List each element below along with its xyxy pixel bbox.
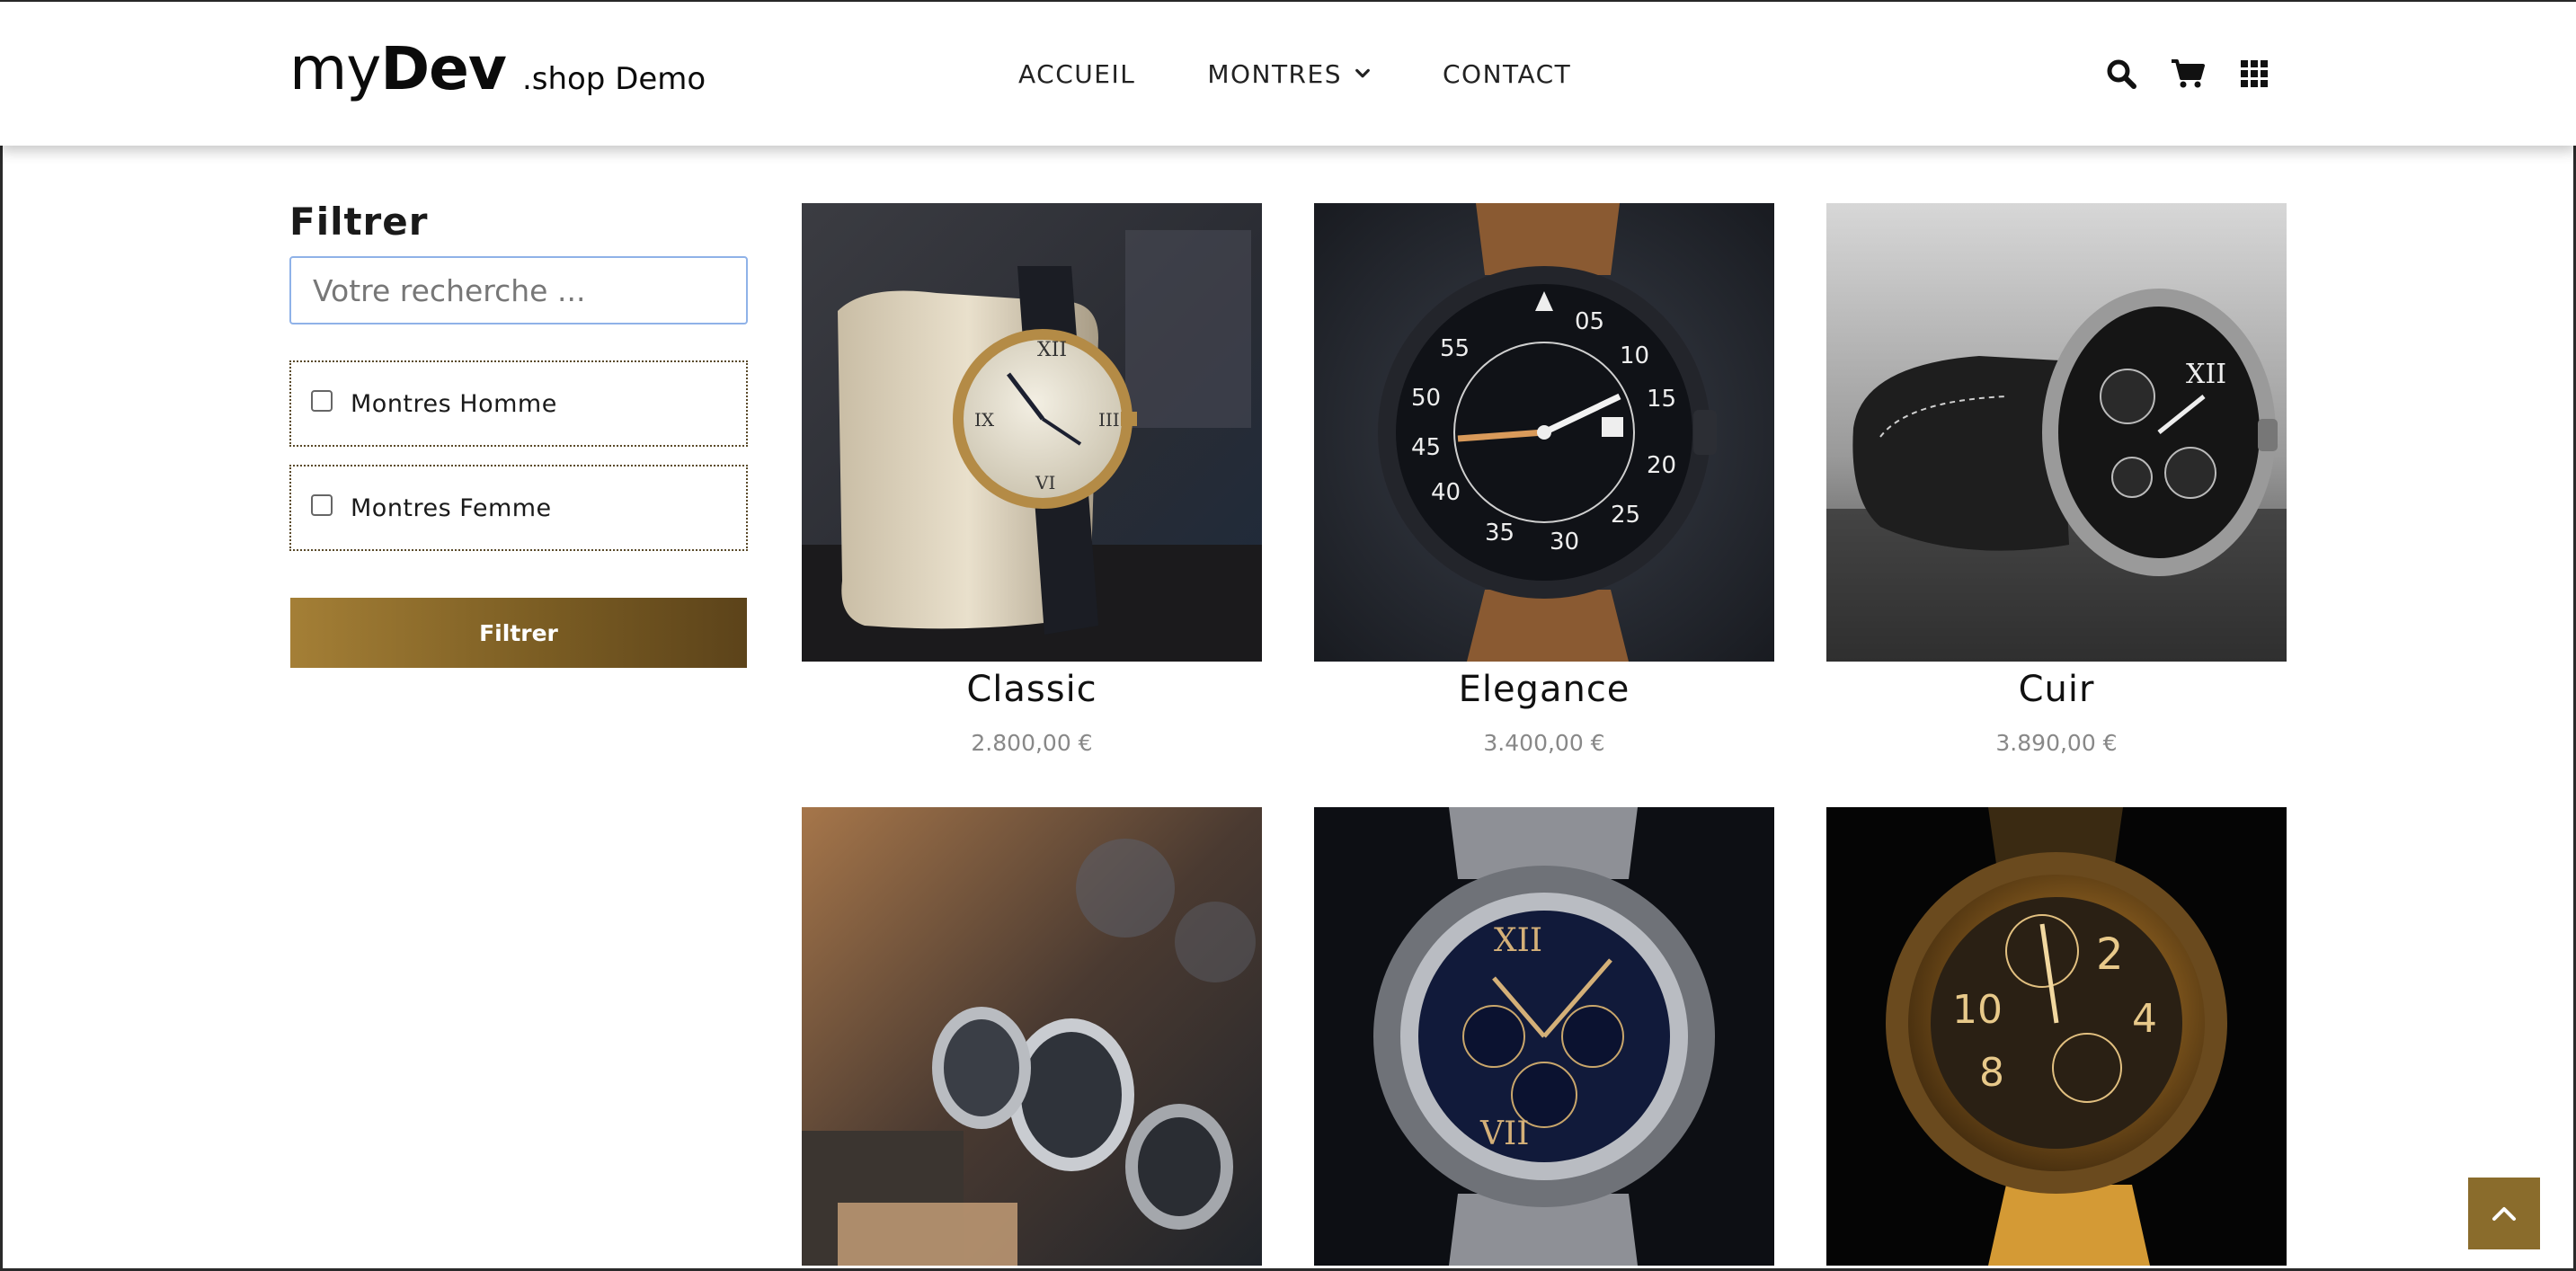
grid-menu-button[interactable] <box>2236 56 2272 92</box>
logo-suffix: .shop Demo <box>521 61 706 97</box>
product-card[interactable]: 2 10 8 4 <box>1826 807 2287 1271</box>
product-card[interactable]: 05 10 15 20 25 30 35 40 45 50 55 Eleganc… <box>1314 203 1774 756</box>
search-input[interactable] <box>289 256 748 324</box>
filter-button[interactable]: Filtrer <box>290 598 747 668</box>
nav-item-contact[interactable]: CONTACT <box>1443 59 1571 89</box>
search-button[interactable] <box>2103 56 2139 92</box>
svg-text:XII: XII <box>2186 359 2226 390</box>
filter-title: Filtrer <box>289 200 429 244</box>
product-name[interactable]: Classic <box>802 669 1262 710</box>
checkbox[interactable] <box>311 494 333 516</box>
svg-text:30: 30 <box>1550 529 1579 556</box>
product-image[interactable]: 2 10 8 4 <box>1826 807 2287 1266</box>
product-image[interactable]: XII III IX VI <box>802 203 1262 662</box>
svg-text:05: 05 <box>1575 308 1604 335</box>
svg-text:25: 25 <box>1611 502 1640 529</box>
nav-label: CONTACT <box>1442 58 1572 89</box>
svg-text:IX: IX <box>974 409 995 431</box>
filter-sidebar: Filtrer Montres Homme Montres Femme Filt… <box>289 200 750 668</box>
scroll-to-top-button[interactable] <box>2468 1178 2540 1249</box>
product-image[interactable]: XII <box>1826 203 2287 662</box>
product-card[interactable]: XII Cuir 3.890,00 € <box>1826 203 2287 756</box>
svg-text:35: 35 <box>1485 520 1515 547</box>
main-nav: ACCUEIL MONTRES CONTACT <box>1018 2 1571 146</box>
svg-text:50: 50 <box>1411 385 1441 412</box>
nav-label: MONTRES <box>1207 58 1342 89</box>
checkbox-montres-homme[interactable]: Montres Homme <box>289 360 748 447</box>
svg-text:2: 2 <box>2096 929 2124 980</box>
chevron-down-icon <box>1355 68 1370 78</box>
svg-text:20: 20 <box>1647 452 1676 479</box>
cart-icon <box>2172 59 2205 88</box>
svg-text:55: 55 <box>1440 335 1470 362</box>
arrow-up-icon <box>2492 1207 2516 1221</box>
svg-text:10: 10 <box>1620 342 1649 369</box>
header-icons <box>2103 2 2272 146</box>
svg-text:40: 40 <box>1431 479 1461 506</box>
logo-my: my <box>289 34 381 103</box>
product-card[interactable]: XII III IX VI Classic 2.800,00 € <box>802 203 1262 756</box>
svg-text:8: 8 <box>1979 1050 2004 1096</box>
product-name[interactable]: Elegance <box>1314 669 1774 710</box>
nav-item-montres[interactable]: MONTRES <box>1207 59 1371 89</box>
svg-text:III: III <box>1098 409 1120 431</box>
nav-item-accueil[interactable]: ACCUEIL <box>1018 59 1135 89</box>
product-card[interactable] <box>802 807 1262 1271</box>
svg-text:VII: VII <box>1479 1115 1529 1152</box>
product-image[interactable]: XII VII <box>1314 807 1774 1266</box>
svg-text:VI: VI <box>1035 472 1055 493</box>
product-price: 3.400,00 € <box>1483 730 1605 756</box>
svg-text:15: 15 <box>1647 386 1676 413</box>
svg-text:XII: XII <box>1037 339 1067 361</box>
svg-text:4: 4 <box>2132 996 2157 1042</box>
product-image[interactable] <box>802 807 1262 1266</box>
product-name[interactable]: Cuir <box>1826 669 2287 710</box>
top-navbar: my Dev .shop Demo ACCUEIL MONTRES CONTAC… <box>0 2 2576 146</box>
checkbox-label: Montres Femme <box>351 493 552 522</box>
svg-text:XII: XII <box>1494 922 1542 959</box>
nav-label: ACCUEIL <box>1018 58 1136 89</box>
checkbox[interactable] <box>311 390 333 412</box>
product-image[interactable]: 05 10 15 20 25 30 35 40 45 50 55 <box>1314 203 1774 662</box>
product-price: 3.890,00 € <box>1995 730 2118 756</box>
checkbox-label: Montres Homme <box>351 389 557 418</box>
cart-button[interactable] <box>2170 56 2206 92</box>
checkbox-montres-femme[interactable]: Montres Femme <box>289 465 748 551</box>
product-card[interactable]: XII VII <box>1314 807 1774 1271</box>
svg-text:10: 10 <box>1952 987 2003 1033</box>
search-icon <box>2107 59 2136 89</box>
svg-text:45: 45 <box>1411 434 1441 461</box>
logo-dev: Dev <box>380 34 507 103</box>
grid-menu-icon <box>2241 60 2268 87</box>
site-logo[interactable]: my Dev .shop Demo <box>289 34 706 106</box>
window-frame-left <box>0 0 3 1271</box>
product-price: 2.800,00 € <box>971 730 1093 756</box>
